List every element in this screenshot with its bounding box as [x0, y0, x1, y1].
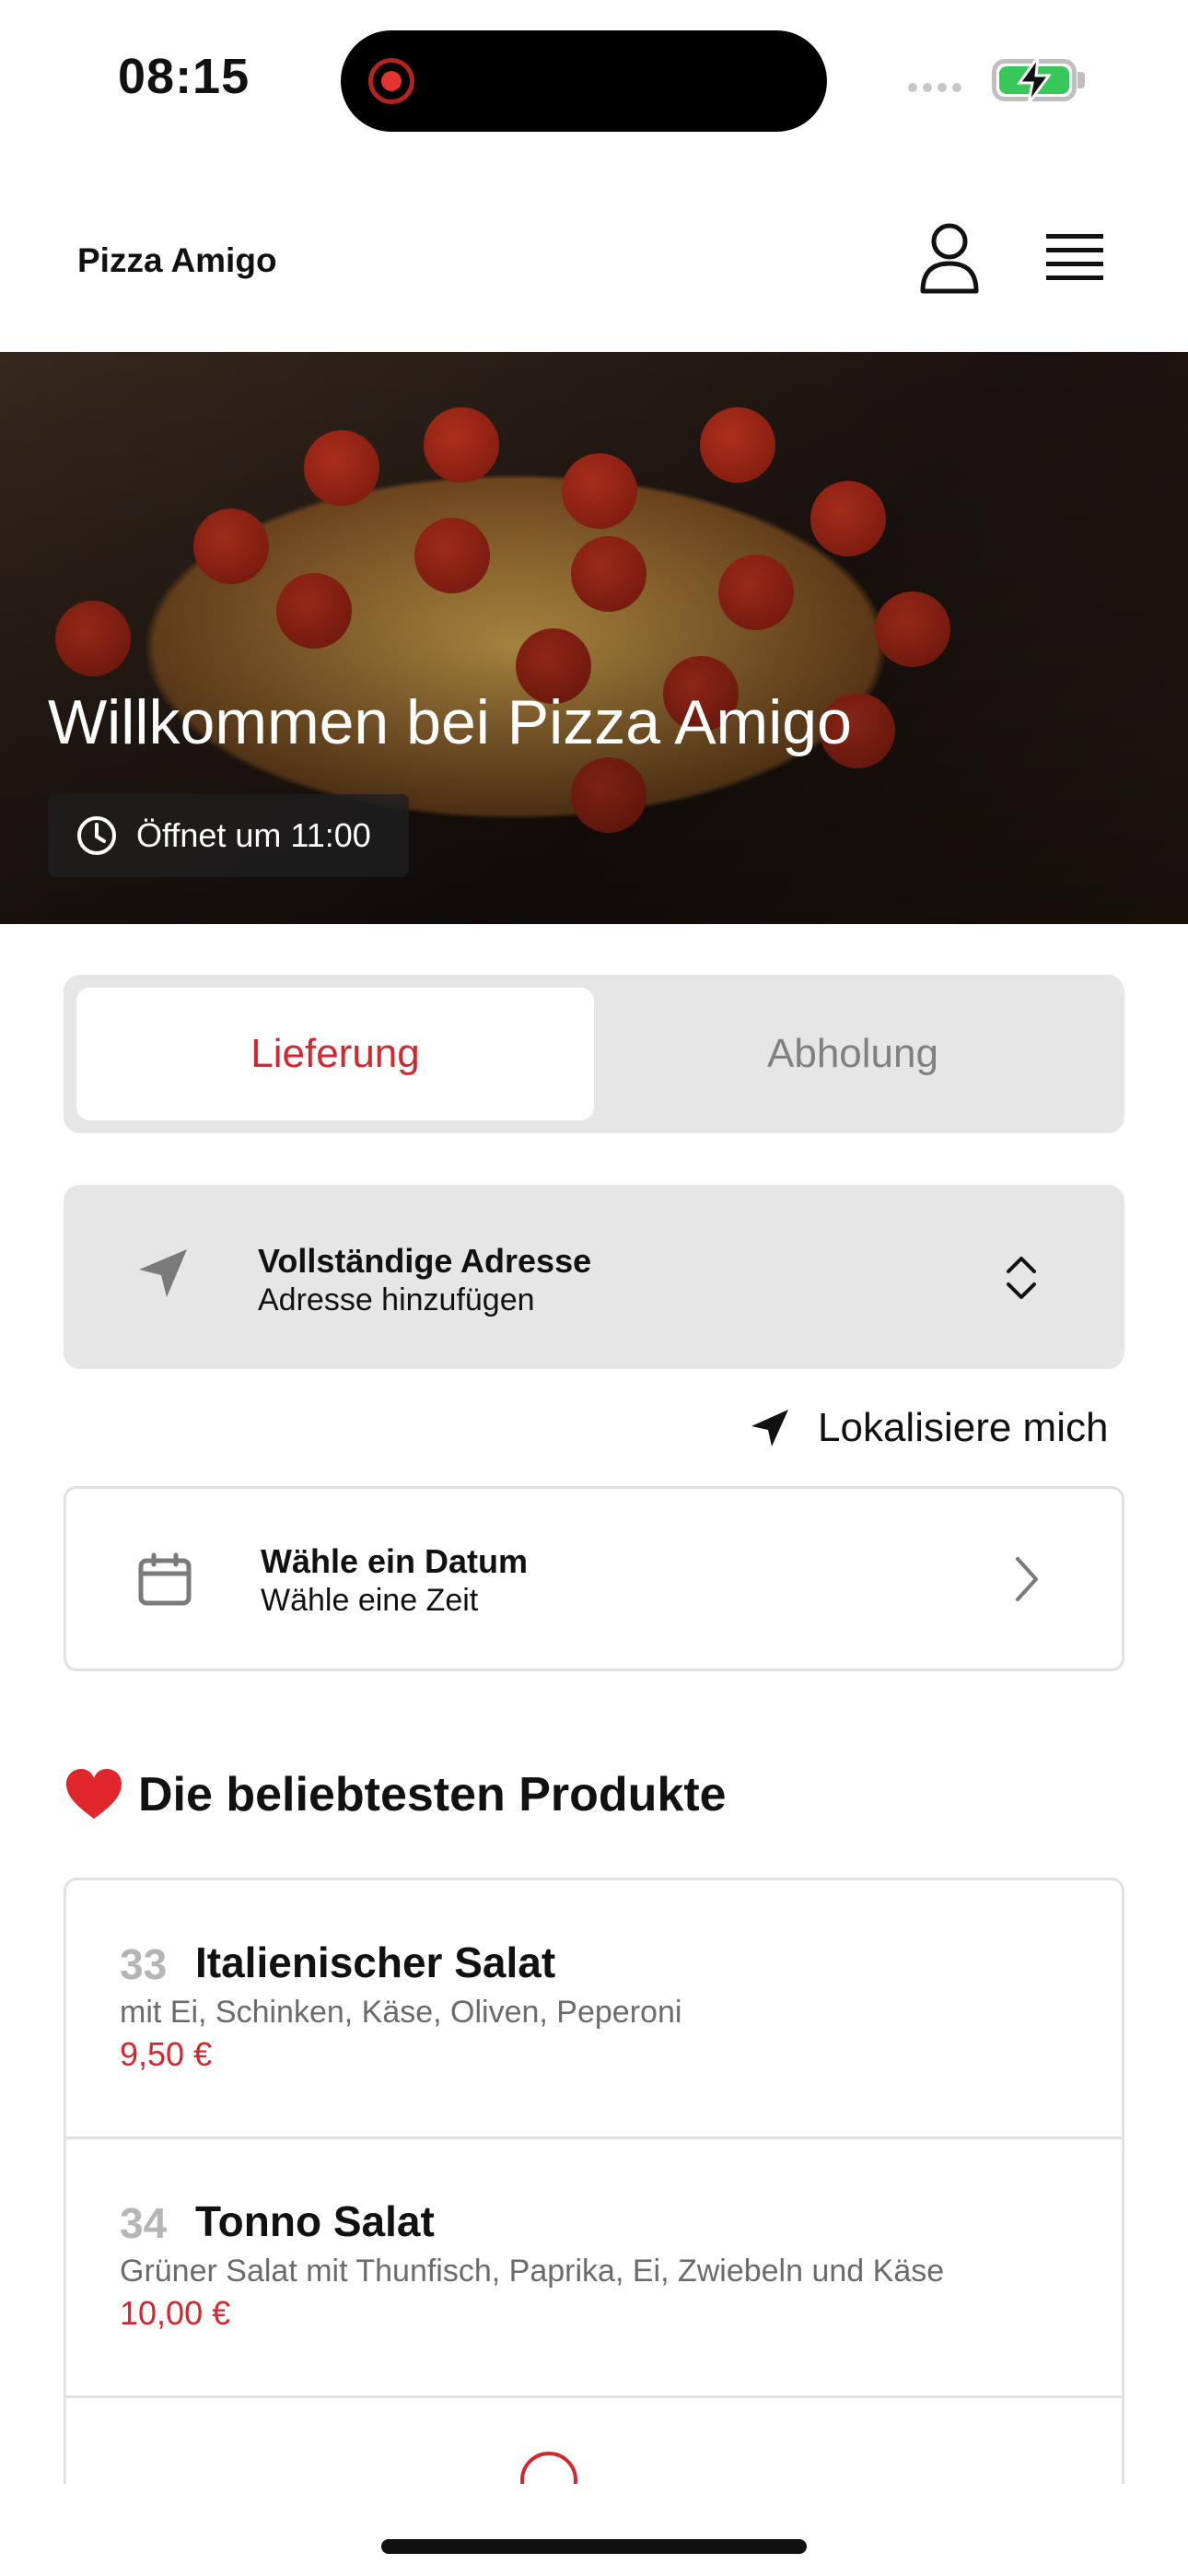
product-price: 10,00 €	[120, 2294, 231, 2332]
user-icon[interactable]	[917, 221, 982, 295]
heart-icon	[66, 1769, 122, 1819]
bottom-safe-area	[0, 2484, 1188, 2576]
dynamic-island	[341, 30, 827, 132]
opening-hours-badge: Öffnet um 11:00	[48, 794, 409, 877]
chevron-right-icon	[1016, 1557, 1038, 1601]
popular-products-title: Die beliebtesten Produkte	[138, 1768, 727, 1821]
charging-bolt-icon	[1017, 55, 1052, 104]
location-arrow-icon	[139, 1249, 187, 1297]
opening-hours-text: Öffnet um 11:00	[136, 816, 371, 854]
product-number: 33	[120, 1940, 168, 1988]
battery-cap	[1077, 72, 1085, 88]
calendar-icon	[138, 1552, 192, 1606]
product-item[interactable]	[66, 2398, 1122, 2486]
delivery-mode-toggle: Lieferung Abholung	[64, 975, 1124, 1133]
product-price: 9,50 €	[120, 2035, 213, 2073]
product-item[interactable]: 33 Italienischer Salat mit Ei, Schinken,…	[66, 1880, 1122, 2139]
product-number: 34	[120, 2199, 168, 2247]
address-title: Vollständige Adresse	[258, 1242, 592, 1280]
time-subtitle: Wähle eine Zeit	[261, 1583, 479, 1618]
app-header: Pizza Amigo	[0, 184, 1188, 352]
signal-icon	[908, 83, 961, 92]
popular-products-heading: Die beliebtesten Produkte	[64, 1767, 727, 1822]
chevron-updown-icon	[1007, 1257, 1036, 1299]
home-indicator[interactable]	[381, 2539, 807, 2554]
locate-me-label: Lokalisiere mich	[818, 1405, 1109, 1450]
product-description: Grüner Salat mit Thunfisch, Paprika, Ei,…	[120, 2254, 945, 2289]
product-description: mit Ei, Schinken, Käse, Oliven, Peperoni	[120, 1995, 682, 2030]
welcome-title: Willkommen bei Pizza Amigo	[48, 687, 852, 757]
navigation-icon	[751, 1410, 788, 1446]
product-name: Tonno Salat	[195, 2197, 435, 2245]
address-subtitle: Adresse hinzufügen	[258, 1282, 535, 1317]
hero-banner: Willkommen bei Pizza Amigo Öffnet um 11:…	[0, 352, 1188, 924]
date-title: Wähle ein Datum	[261, 1542, 529, 1580]
product-item[interactable]: 34 Tonno Salat Grüner Salat mit Thunfisc…	[66, 2139, 1122, 2398]
tab-pickup[interactable]: Abholung	[594, 988, 1112, 1120]
clock-icon	[77, 816, 116, 855]
date-time-selector[interactable]: Wähle ein Datum Wähle eine Zeit	[64, 1486, 1124, 1671]
locate-me-button[interactable]: Lokalisiere mich	[748, 1400, 1108, 1456]
status-bar: 08:15	[0, 0, 1188, 157]
product-list: 33 Italienischer Salat mit Ei, Schinken,…	[64, 1878, 1124, 2486]
info-icon[interactable]	[520, 2452, 577, 2486]
menu-icon[interactable]	[1042, 230, 1107, 286]
brand-name[interactable]: Pizza Amigo	[77, 241, 277, 280]
recording-indicator-icon	[368, 58, 414, 104]
product-name: Italienischer Salat	[195, 1938, 556, 1986]
address-selector[interactable]: Vollständige Adresse Adresse hinzufügen	[64, 1185, 1124, 1369]
status-time: 08:15	[118, 49, 250, 104]
tab-delivery[interactable]: Lieferung	[76, 988, 594, 1120]
